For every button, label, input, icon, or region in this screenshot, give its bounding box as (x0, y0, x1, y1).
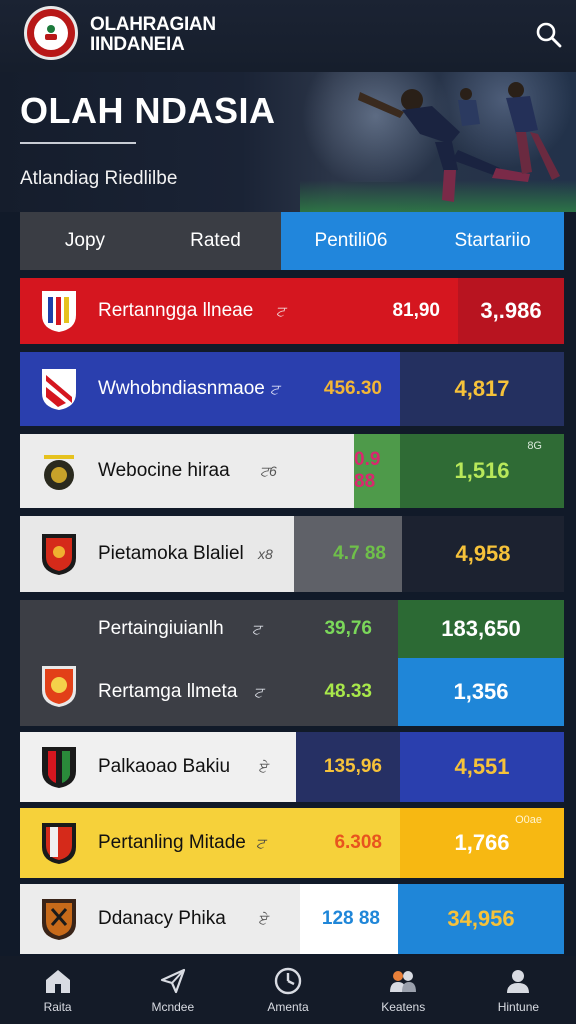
row-tag: O0ae (515, 814, 542, 826)
team-name: Rertanngga llneae (98, 300, 254, 321)
row-score: 4,958 (402, 516, 564, 592)
paper-plane-icon (160, 968, 185, 994)
table-row[interactable]: Palkaoao Bakiu ਏ 135,96 4,551 (20, 732, 564, 802)
team-code: ਟ (276, 302, 285, 319)
hero-title: OLAH NDASIA (20, 90, 276, 131)
nav-label: Mcndee (151, 1000, 195, 1014)
logo-emblem-icon (34, 16, 68, 50)
team-name: Palkaoao Bakiu (98, 756, 231, 777)
row-value: 135,96 (296, 732, 400, 802)
table-row[interactable]: Ddanacy Phika ਏ 128 88 34,956 (20, 884, 564, 954)
column-header-1[interactable]: Jopy (20, 212, 150, 270)
users-icon (390, 971, 417, 992)
nav-label: Raita (43, 1000, 72, 1014)
team-name: Rertamga llmeta (98, 681, 238, 702)
row-score: 3,.986 (458, 278, 564, 344)
row-score: 183,650 (398, 600, 564, 658)
table-header: Jopy Rated Pentili06 Startariio (20, 212, 564, 270)
row-score: 4,817 (400, 352, 564, 426)
table-row[interactable]: Pertanling Mitade ਟ 6.308 1,766 O0ae (20, 808, 564, 878)
team-code: ਟ (256, 834, 265, 851)
team-crest-icon (42, 666, 76, 707)
person-icon (507, 970, 530, 993)
app-logo[interactable] (24, 6, 78, 60)
row-score: 4,551 (400, 732, 564, 802)
table-row[interactable]: Wwhobndiasnmaoe ਟ 456.30 4,817 (20, 352, 564, 426)
team-name: Pertanling Mitade (98, 832, 246, 853)
nav-label: Amenta (267, 1000, 309, 1014)
table-row[interactable]: Webocine hiraa ਟ6 0.9 88 1,516 8G (20, 434, 564, 508)
nav-label: Hintune (497, 1000, 540, 1014)
row-value: 39,76 (324, 618, 372, 639)
clock-icon (274, 967, 302, 995)
team-name: Pertaingiuianlh (98, 618, 224, 639)
row-value: 128 88 (300, 884, 398, 954)
row-value: 0.9 88 (354, 434, 400, 508)
team-name: Pietamoka Blaliel (98, 543, 244, 564)
bottom-navigation: Raita Mcndee Amenta Keatens Hintune (0, 956, 576, 1024)
table-row[interactable]: Pertaingiuianlh ਟ 183,650 (20, 600, 564, 658)
team-code: ਏ (258, 910, 268, 927)
row-score: 1,516 (454, 458, 510, 483)
nav-label: Keatens (381, 1000, 426, 1014)
table-row[interactable]: Rertamga llmeta ਟ 1,356 (20, 658, 564, 726)
team-crest-icon (44, 455, 74, 490)
column-header-3[interactable]: Pentili06 (281, 212, 421, 270)
row-score: 1,766 (454, 830, 510, 855)
team-crest-icon (42, 291, 76, 332)
hero-banner: OLAH NDASIA Atlandiag Riedlilbe (0, 72, 576, 212)
hero-divider (20, 142, 136, 144)
search-icon (536, 22, 562, 48)
team-code: ਟ (270, 380, 279, 397)
table-row[interactable]: Rertanngga llneae ਟ 81,90 3,.986 (20, 278, 564, 344)
row-value: 4.7 88 (294, 516, 402, 592)
nav-item-schedule[interactable]: Amenta (230, 956, 345, 1024)
team-code: ਏ (258, 758, 268, 775)
search-button[interactable] (534, 20, 564, 50)
team-crest-icon (42, 534, 76, 575)
row-value: 6.308 (320, 808, 400, 878)
nav-item-matches[interactable]: Mcndee (115, 956, 230, 1024)
row-value: 81,90 (320, 278, 458, 344)
top-bar: OLAHRAGIAN IINDANEIA (0, 0, 576, 72)
team-crest-icon (42, 823, 76, 864)
nav-item-profile[interactable]: Hintune (461, 956, 576, 1024)
team-name: Ddanacy Phika (98, 908, 226, 929)
team-name: Webocine hiraa (98, 460, 230, 481)
table-row[interactable]: Pietamoka Blaliel x8 4.7 88 4,958 (20, 516, 564, 592)
row-score: 34,956 (398, 884, 564, 954)
football-players-image (358, 82, 560, 202)
nav-item-home[interactable]: Raita (0, 956, 115, 1024)
hero-subtitle: Atlandiag Riedlilbe (20, 168, 178, 189)
team-code: ਟ (252, 620, 261, 637)
row-value: 48.33 (324, 681, 372, 702)
app-title: OLAHRAGIAN IINDANEIA (90, 15, 250, 55)
column-header-2[interactable]: Rated (150, 212, 281, 270)
team-code: ਟ6 (260, 462, 277, 479)
row-score: 1,356 (398, 658, 564, 726)
nav-item-teams[interactable]: Keatens (346, 956, 461, 1024)
team-name: Wwhobndiasnmaoe (98, 378, 265, 399)
column-header-4[interactable]: Startariio (421, 212, 564, 270)
app-title-line2: IINDANEIA (90, 34, 185, 55)
team-code: x8 (258, 546, 273, 562)
home-icon (45, 970, 70, 993)
team-crest-icon (42, 899, 76, 940)
team-crest-icon (42, 747, 76, 788)
row-value: 456.30 (320, 352, 400, 426)
app-title-line1: OLAHRAGIAN (90, 14, 216, 35)
team-code: ਟ (254, 683, 263, 700)
row-tag: 8G (527, 440, 542, 452)
team-crest-icon (42, 369, 76, 410)
